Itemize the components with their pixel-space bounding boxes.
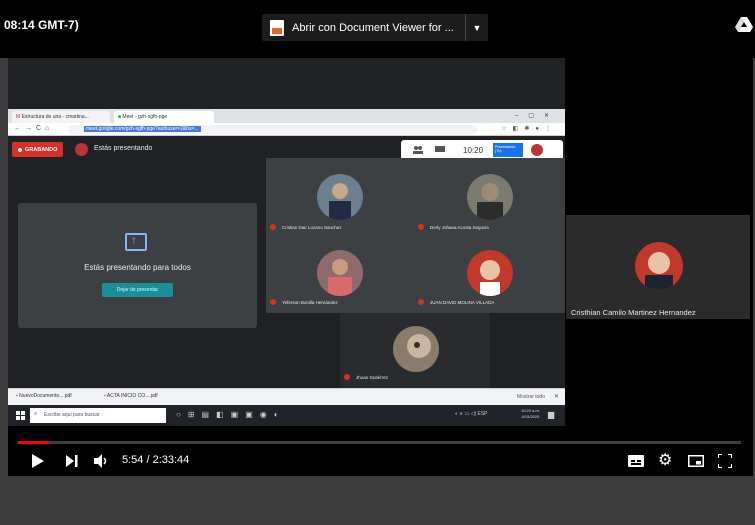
participant-photo	[393, 326, 439, 372]
download-item-label: ACTA INICIO CO....pdf	[106, 393, 158, 399]
participant-photo	[317, 174, 363, 220]
document-viewer-icon	[270, 19, 284, 36]
mic-muted-icon	[344, 374, 350, 380]
recording-label: GRABANDO	[25, 146, 58, 153]
browser-address-bar: ←→C⌂ meet.google.com/gzh-sgfh-pge?authus…	[8, 123, 565, 136]
search-icon: ⌕	[34, 411, 38, 417]
presentation-chip[interactable]: Presentación (Tú)	[493, 143, 524, 157]
browser-tab-label: Estructura de una - cmartina...	[21, 114, 89, 120]
participant-photo	[467, 250, 513, 296]
miniplayer-icon[interactable]	[688, 455, 704, 467]
participant-avatar	[317, 250, 363, 296]
browser-tab-strip: M Estructura de una - cmartina... ■ Meet…	[8, 109, 565, 123]
participant-name-text: JUAN DAVID MOLINA VILLADA	[430, 299, 495, 305]
mic-muted-icon	[418, 224, 424, 230]
participant-name: Cristian Dair Lozano Sanchez	[270, 224, 342, 230]
browser-extension-icons[interactable]: ☆◧✱●⋮	[501, 125, 557, 132]
side-participant-avatar	[635, 242, 683, 290]
downloads-bar: ▪ NuevoDocumento....pdf ▪ ACTA INICIO CO…	[8, 388, 565, 405]
download-item-label: NuevoDocumento....pdf	[19, 393, 72, 399]
side-participant-name: Cristhian Camilo Martinez Hernandez	[571, 308, 696, 317]
show-all-downloads[interactable]: Mostrar todo	[517, 394, 545, 400]
presenting-title: Estás presentando para todos	[84, 263, 191, 272]
participant-name-text: Derly Johana Acosta Segovia	[430, 224, 489, 230]
side-participant-tile: Cristhian Camilo Martinez Hernandez	[566, 215, 750, 319]
taskbar-search-placeholder: Escribe aquí para buscar	[44, 412, 100, 418]
stop-presenting-button[interactable]: Dejar de presentar	[102, 283, 173, 297]
mic-muted-icon	[270, 299, 276, 305]
taskbar-apps[interactable]: ○⊞▤◧▣▣◉◐	[176, 410, 286, 419]
participant-name: Derly Johana Acosta Segovia	[418, 224, 489, 230]
taskbar-search[interactable]: ⌕ Escribe aquí para buscar	[30, 408, 166, 423]
present-screen-icon	[125, 233, 147, 251]
language-indicator: ESP	[477, 411, 488, 417]
participant-photo	[467, 174, 513, 220]
video-progress-bar[interactable]	[18, 441, 741, 444]
mic-muted-icon	[270, 224, 276, 230]
window-controls[interactable]: –▢✕	[515, 112, 559, 119]
participant-tile: Jhoan Gutiérrez	[340, 313, 490, 388]
presenting-status: Estás presentando	[94, 145, 153, 152]
participant-tile: Derly Johana Acosta Segovia	[414, 158, 565, 238]
close-icon[interactable]: ✕	[554, 393, 559, 400]
player-controls: 5:54 / 2:33:44 ⚙	[8, 446, 753, 476]
download-item[interactable]: ▪ NuevoDocumento....pdf	[16, 393, 72, 399]
participant-name: JUAN DAVID MOLINA VILLADA	[418, 299, 494, 305]
participant-name: Yeferson Bonilla Hernández	[270, 299, 338, 305]
participant-avatar	[393, 326, 439, 372]
people-icon[interactable]	[413, 146, 423, 154]
participant-name-text: Yeferson Bonilla Hernández	[282, 299, 338, 305]
fullscreen-icon[interactable]	[718, 454, 732, 468]
browser-tab-label: Meet - gzh-sgfh-pge	[122, 114, 168, 120]
dropdown-caret-icon[interactable]: ▼	[466, 23, 488, 33]
participant-avatar	[317, 174, 363, 220]
viewer-top-bar: 08:14 GMT-7) Abrir con Document Viewer f…	[0, 0, 755, 58]
presenter-avatar	[75, 143, 88, 156]
recording-badge: GRABANDO	[12, 142, 64, 157]
record-dot-icon	[18, 147, 22, 152]
participant-tile: Cristian Dair Lozano Sanchez	[266, 158, 414, 238]
participant-tile: JUAN DAVID MOLINA VILLADA	[414, 238, 565, 313]
participant-photo	[635, 242, 683, 290]
url-text: meet.google.com/gzh-sgfh-pge?authuser=2&…	[84, 126, 201, 132]
taskbar-clock[interactable]: 10:20 a.m. 4/15/2020	[521, 408, 540, 420]
video-title-time: 08:14 GMT-7)	[4, 18, 79, 32]
participant-photo	[317, 250, 363, 296]
browser-tab[interactable]: M Estructura de una - cmartina...	[12, 111, 110, 123]
google-drive-icon[interactable]	[735, 16, 753, 34]
subtitles-icon[interactable]	[628, 455, 644, 467]
participant-name-text: Cristian Dair Lozano Sanchez	[282, 224, 342, 230]
open-with-label: Abrir con Document Viewer for ...	[292, 21, 454, 34]
participant-avatar	[467, 174, 513, 220]
browser-tab-active[interactable]: ■ Meet - gzh-sgfh-pge	[114, 111, 214, 123]
taskbar-date: 4/15/2020	[521, 414, 540, 419]
meet-clock: 10:20	[463, 145, 484, 155]
download-item[interactable]: ▪ ACTA INICIO CO....pdf	[104, 393, 158, 399]
volume-icon[interactable]	[94, 454, 108, 468]
system-tray[interactable]: ◐ ∧ ▭ ◁) ESP	[455, 411, 488, 417]
presenting-card: Estás presentando para todos Dejar de pr…	[18, 203, 257, 328]
participant-tile: Yeferson Bonilla Hernández	[266, 238, 414, 313]
settings-gear-icon[interactable]: ⚙	[658, 453, 672, 469]
next-icon[interactable]	[66, 455, 78, 467]
self-avatar	[531, 144, 544, 156]
windows-taskbar: ⌕ Escribe aquí para buscar ○⊞▤◧▣▣◉◐ ◐ ∧ …	[8, 405, 565, 426]
browser-nav-buttons[interactable]: ←→C⌂	[14, 125, 53, 132]
participant-name: Jhoan Gutiérrez	[344, 374, 388, 380]
video-timecode: 5:54 / 2:33:44	[122, 454, 190, 466]
mic-muted-icon	[418, 299, 424, 305]
participant-name-text: Jhoan Gutiérrez	[356, 374, 389, 380]
chat-icon[interactable]	[435, 146, 445, 154]
windows-start-icon[interactable]	[16, 411, 25, 420]
video-progress-fill	[18, 441, 49, 444]
open-with-button[interactable]: Abrir con Document Viewer for ... ▼	[262, 14, 488, 41]
notifications-icon[interactable]: ▆	[548, 410, 554, 419]
play-icon[interactable]	[32, 454, 44, 468]
participant-avatar	[467, 250, 513, 296]
meet-toolbar: 10:20 Presentación (Tú)	[401, 140, 563, 160]
viewer-frame: 08:14 GMT-7) Abrir con Document Viewer f…	[0, 0, 755, 525]
url-input[interactable]: meet.google.com/gzh-sgfh-pge?authuser=2&…	[68, 125, 478, 134]
